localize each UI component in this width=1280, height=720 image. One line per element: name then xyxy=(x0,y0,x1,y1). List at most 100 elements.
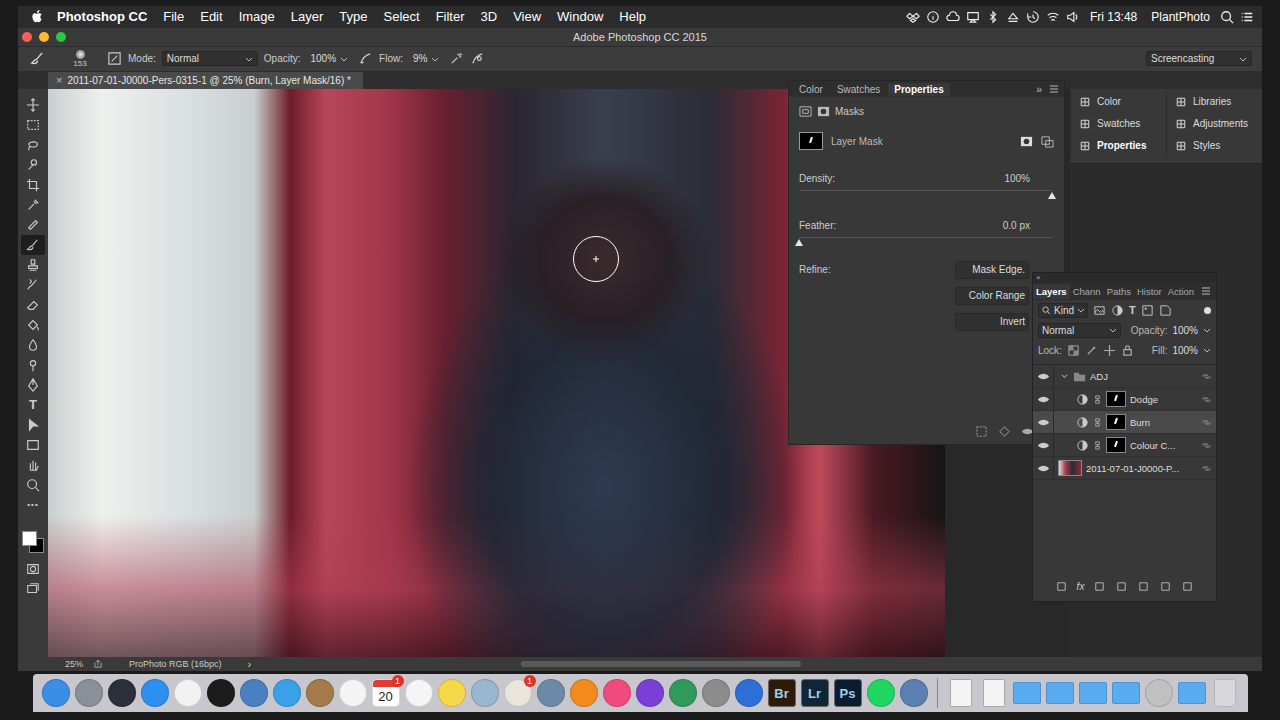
lock-all-icon[interactable] xyxy=(1121,344,1134,357)
panel-dock-item[interactable]: Libraries xyxy=(1167,91,1262,113)
panel-tab[interactable]: Histor xyxy=(1134,284,1165,299)
screen-mode-tool[interactable] xyxy=(21,579,45,599)
mode-select[interactable]: Normal xyxy=(162,51,258,66)
panel-menu-icon[interactable] xyxy=(1048,83,1060,95)
minimize-button[interactable] xyxy=(39,32,49,42)
foreground-color[interactable] xyxy=(22,531,37,546)
menu-item[interactable]: Window xyxy=(557,9,603,24)
user-menu[interactable]: PlantPhoto xyxy=(1151,10,1210,24)
menu-item[interactable]: 3D xyxy=(481,9,498,24)
dock-item[interactable]: 20 1 xyxy=(371,678,401,708)
panel-tab[interactable]: Action xyxy=(1165,284,1197,299)
collapse-button[interactable]: » xyxy=(1036,83,1042,95)
close-button[interactable] xyxy=(22,32,32,42)
dock-item[interactable]: Lr xyxy=(800,678,830,708)
dropbox-icon[interactable] xyxy=(906,10,920,24)
history-brush-tool[interactable] xyxy=(21,275,45,295)
dodge-tool[interactable] xyxy=(21,355,45,375)
lock-position-icon[interactable] xyxy=(1103,344,1116,357)
dock-item[interactable] xyxy=(1177,678,1207,708)
link-icon[interactable] xyxy=(1201,417,1212,428)
layer-row[interactable]: Burn xyxy=(1033,411,1216,434)
dock-item[interactable] xyxy=(979,678,1009,708)
mask-thumbnail[interactable] xyxy=(799,132,823,150)
new-adjustment-icon[interactable] xyxy=(1115,580,1128,593)
mask-icon[interactable] xyxy=(817,105,830,118)
panel-tab[interactable]: Properties xyxy=(888,83,949,96)
eraser-tool[interactable] xyxy=(21,295,45,315)
refine-button[interactable]: Invert xyxy=(955,313,1029,331)
healing-tool[interactable] xyxy=(21,215,45,235)
dock-item[interactable] xyxy=(1045,678,1075,708)
share-icon[interactable] xyxy=(93,659,103,669)
screen-mirror-icon[interactable] xyxy=(966,10,980,24)
tab-close-button[interactable]: × xyxy=(56,74,62,86)
info-icon[interactable] xyxy=(926,10,940,24)
panel-dock-item[interactable]: Styles xyxy=(1167,135,1262,157)
layer-row[interactable]: Colour C... xyxy=(1033,434,1216,457)
volume-icon[interactable] xyxy=(1066,10,1080,24)
dock-item[interactable] xyxy=(1012,678,1042,708)
panel-tab[interactable]: Color xyxy=(793,83,829,96)
visibility-toggle[interactable] xyxy=(1033,365,1054,387)
eyedropper-tool[interactable] xyxy=(21,195,45,215)
status-menu-button[interactable]: › xyxy=(248,658,252,670)
dock-item[interactable] xyxy=(946,678,976,708)
panel-close-button[interactable]: × xyxy=(1036,274,1041,282)
creative-cloud-icon[interactable] xyxy=(946,10,960,24)
smart-object-filter-icon[interactable] xyxy=(1159,304,1172,317)
layer-mask-thumbnail[interactable] xyxy=(1106,391,1126,407)
notification-center-icon[interactable] xyxy=(1240,10,1254,24)
dock-item[interactable]: 1 xyxy=(503,678,533,708)
layer-row[interactable]: 2011-07-01-J0000-P... xyxy=(1033,457,1216,480)
link-icon[interactable] xyxy=(1201,371,1212,382)
menu-item[interactable]: Filter xyxy=(436,9,465,24)
panel-dock-item[interactable]: Properties xyxy=(1071,135,1166,157)
dock-item[interactable] xyxy=(272,678,302,708)
crop-tool[interactable] xyxy=(21,175,45,195)
dock-item[interactable] xyxy=(206,678,236,708)
refine-button[interactable]: Mask Edge. xyxy=(955,261,1029,279)
dock-item[interactable] xyxy=(536,678,566,708)
layer-row[interactable]: Dodge xyxy=(1033,388,1216,411)
rectangle-tool[interactable] xyxy=(21,435,45,455)
layer-row[interactable]: ADJ xyxy=(1033,365,1216,388)
opacity-field[interactable]: 100% xyxy=(306,52,352,65)
apply-mask-icon[interactable] xyxy=(998,425,1011,438)
stamp-tool[interactable] xyxy=(21,255,45,275)
layer-style-button[interactable]: fx xyxy=(1077,581,1085,592)
menu-item[interactable]: Layer xyxy=(291,9,324,24)
chain-icon[interactable] xyxy=(1093,441,1102,450)
time-machine-icon[interactable] xyxy=(1026,10,1040,24)
new-group-icon[interactable] xyxy=(1137,580,1150,593)
link-icon[interactable] xyxy=(1201,463,1212,474)
dock-item[interactable] xyxy=(173,678,203,708)
more-tool[interactable]: ••• xyxy=(21,495,45,515)
layer-mask-thumbnail[interactable] xyxy=(1106,437,1126,453)
zoom-level[interactable]: 25% xyxy=(65,659,83,669)
workspace-select[interactable]: Screencasting xyxy=(1146,51,1252,66)
app-menu[interactable]: Photoshop CC xyxy=(57,9,147,24)
apple-icon[interactable] xyxy=(30,9,45,24)
clock[interactable]: Fri 13:48 xyxy=(1090,10,1137,24)
filter-type-select[interactable]: Kind xyxy=(1038,303,1088,318)
dock-item[interactable] xyxy=(1111,678,1141,708)
quick-select-tool[interactable] xyxy=(21,155,45,175)
visibility-toggle[interactable] xyxy=(1033,434,1054,456)
chain-icon[interactable] xyxy=(1093,395,1102,404)
expanded-chevron-icon[interactable] xyxy=(1060,372,1069,381)
bluetooth-icon[interactable] xyxy=(986,10,1000,24)
layer-mask-thumbnail[interactable] xyxy=(1106,414,1126,430)
dock-item[interactable] xyxy=(1144,678,1174,708)
airbrush-icon[interactable] xyxy=(449,51,464,66)
lock-pixels-icon[interactable] xyxy=(1085,344,1098,357)
brush-tool[interactable] xyxy=(21,235,45,255)
lock-transparency-icon[interactable] xyxy=(1067,344,1080,357)
dock-item[interactable] xyxy=(701,678,731,708)
dock-item[interactable] xyxy=(734,678,764,708)
panel-tab[interactable]: Swatches xyxy=(831,83,886,96)
visibility-toggle[interactable] xyxy=(1033,457,1054,479)
zoom-button[interactable] xyxy=(56,32,66,42)
visibility-toggle[interactable] xyxy=(1033,388,1054,410)
color-swatches[interactable] xyxy=(22,531,44,553)
